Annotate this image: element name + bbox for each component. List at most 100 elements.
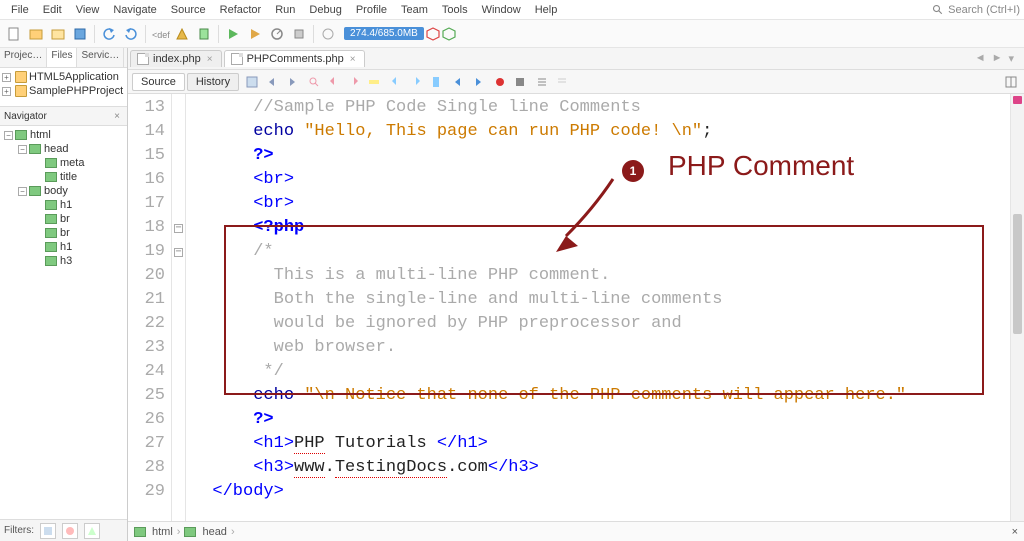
menu-view[interactable]: View [69,2,107,18]
code-line[interactable]: */ [192,360,1010,384]
menu-run[interactable]: Run [268,2,302,18]
navigator-node[interactable]: −body [2,184,125,198]
redo-button[interactable] [121,24,141,44]
find-prev-button[interactable] [325,73,343,91]
build-button[interactable] [172,24,192,44]
find-next-button[interactable] [345,73,363,91]
macro-stop-button[interactable] [511,73,529,91]
new-file-button[interactable] [4,24,24,44]
navigator-node[interactable]: br [2,212,125,226]
projects-tab[interactable]: Projec… [0,48,47,67]
code-line[interactable]: This is a multi-line PHP comment. [192,264,1010,288]
shift-right-button[interactable] [469,73,487,91]
code-line[interactable]: </body> [192,480,1010,504]
expand-icon[interactable]: + [2,87,11,96]
scrollbar-thumb[interactable] [1013,214,1022,334]
close-icon[interactable]: × [1012,526,1018,538]
project-node[interactable]: +SamplePHPProject [2,84,125,98]
config-dropdown[interactable]: <def... [150,24,170,44]
menu-debug[interactable]: Debug [302,2,348,18]
comment-button[interactable] [533,73,551,91]
profile-button[interactable] [267,24,287,44]
code-line[interactable]: <?php [192,216,1010,240]
code-line[interactable]: <br> [192,168,1010,192]
code-line[interactable]: echo "\n Notice that none of the PHP com… [192,384,1010,408]
code-line[interactable]: Both the single-line and multi-line comm… [192,288,1010,312]
navigator-node[interactable]: meta [2,156,125,170]
next-bookmark-button[interactable] [407,73,425,91]
code-line[interactable]: ?> [192,408,1010,432]
tab-next-icon[interactable]: ► [992,52,1003,65]
fold-toggle[interactable]: − [174,248,183,257]
code-line[interactable]: ?> [192,144,1010,168]
debug-button[interactable] [245,24,265,44]
navigator-node[interactable]: h1 [2,240,125,254]
macro-record-button[interactable] [491,73,509,91]
file-tab-index[interactable]: index.php × [130,50,222,67]
navigator-node[interactable]: −html [2,128,125,142]
error-marker[interactable] [1013,96,1022,104]
menu-tools[interactable]: Tools [435,2,475,18]
code-editor[interactable]: 1314151617181920212223242526272829 −− //… [128,94,1024,521]
toggle-bookmark-button[interactable] [427,73,445,91]
gc-button[interactable] [318,24,338,44]
code-content[interactable]: //Sample PHP Code Single line Comments e… [186,94,1010,521]
menu-profile[interactable]: Profile [349,2,394,18]
code-line[interactable]: /* [192,240,1010,264]
filter-button-2[interactable] [62,523,78,539]
filter-button-3[interactable] [84,523,100,539]
expand-icon[interactable]: − [18,187,27,196]
close-icon[interactable]: × [348,54,358,65]
last-edit-button[interactable] [243,73,261,91]
forward-button[interactable] [283,73,301,91]
split-button[interactable] [1002,73,1020,91]
navigator-node[interactable]: h1 [2,198,125,212]
code-line[interactable]: would be ignored by PHP preprocessor and [192,312,1010,336]
memory-usage[interactable]: 274.4/685.0MB [344,27,424,40]
menu-file[interactable]: File [4,2,36,18]
close-icon[interactable]: × [205,54,215,65]
filter-button-1[interactable] [40,523,56,539]
code-line[interactable]: <br> [192,192,1010,216]
navigator-node[interactable]: h3 [2,254,125,268]
new-project-button[interactable] [26,24,46,44]
code-line[interactable]: <h1>PHP Tutorials </h1> [192,432,1010,456]
code-line[interactable]: //Sample PHP Code Single line Comments [192,96,1010,120]
clean-button[interactable] [194,24,214,44]
breadcrumb-item[interactable]: head [184,526,226,538]
tab-prev-icon[interactable]: ◄ [975,52,986,65]
toggle-highlight-button[interactable] [365,73,383,91]
shift-left-button[interactable] [449,73,467,91]
menu-help[interactable]: Help [528,2,565,18]
open-button[interactable] [48,24,68,44]
services-tab[interactable]: Servic… [77,48,124,67]
save-all-button[interactable] [70,24,90,44]
menu-navigate[interactable]: Navigate [106,2,163,18]
code-line[interactable]: echo "Hello, This page can run PHP code!… [192,120,1010,144]
project-node[interactable]: +HTML5Application [2,70,125,84]
code-line[interactable]: web browser. [192,336,1010,360]
close-icon[interactable]: × [111,111,123,122]
menu-source[interactable]: Source [164,2,213,18]
code-line[interactable]: <h3>www.TestingDocs.com</h3> [192,456,1010,480]
breadcrumb-item[interactable]: html [134,526,173,538]
navigator-node[interactable]: title [2,170,125,184]
file-tab-phpcomments[interactable]: PHPComments.php × [224,50,365,67]
prev-bookmark-button[interactable] [387,73,405,91]
attach-debugger-button[interactable] [289,24,309,44]
menu-edit[interactable]: Edit [36,2,69,18]
run-button[interactable] [223,24,243,44]
source-tab[interactable]: Source [132,73,185,91]
find-selection-button[interactable] [305,73,323,91]
files-tab[interactable]: Files [47,48,77,67]
global-search[interactable]: Search (Ctrl+I) [932,4,1020,16]
menu-window[interactable]: Window [475,2,528,18]
expand-icon[interactable]: − [18,145,27,154]
back-button[interactable] [263,73,281,91]
expand-icon[interactable]: − [4,131,13,140]
fold-toggle[interactable]: − [174,224,183,233]
history-tab[interactable]: History [187,73,239,91]
menu-team[interactable]: Team [394,2,435,18]
expand-icon[interactable]: + [2,73,11,82]
tab-list-icon[interactable]: ▾ [1008,52,1014,65]
